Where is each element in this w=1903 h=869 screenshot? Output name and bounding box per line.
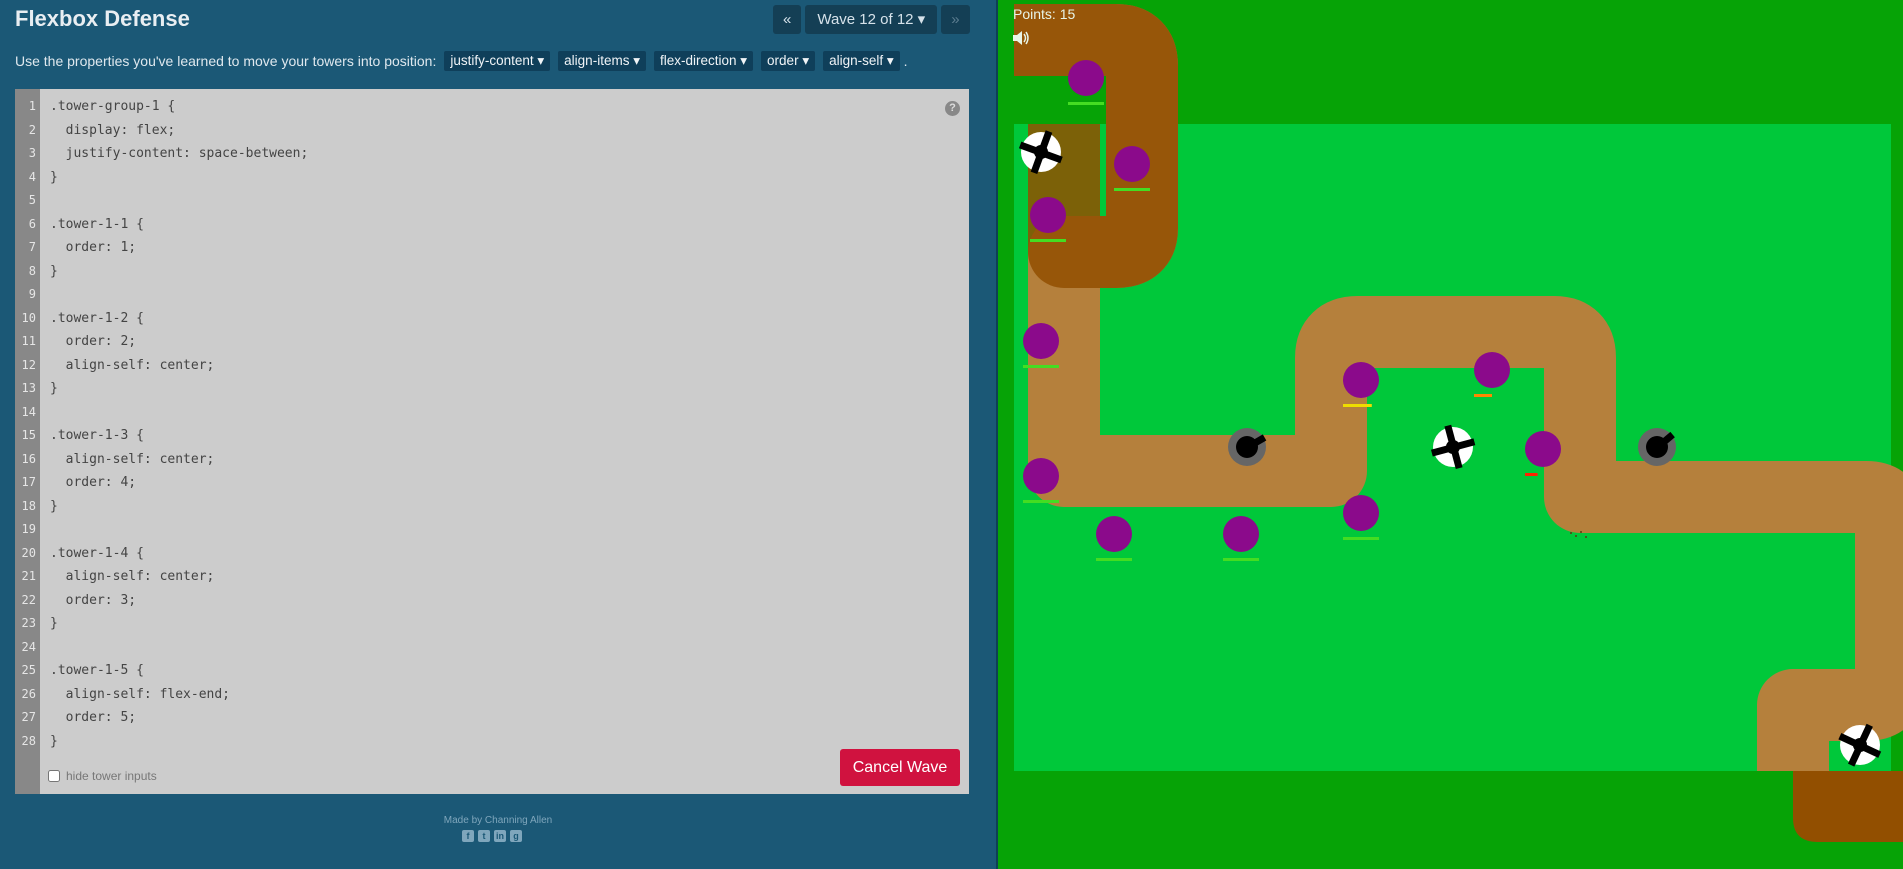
- line-number: 5: [28, 193, 36, 207]
- line-number: 7: [28, 240, 36, 254]
- code-line[interactable]: order: 5;: [50, 710, 136, 725]
- code-editor[interactable]: 1 2 3 4 5 6 7 8 9 10 11 12 13 14 15 16 17 18 19 20 21 22 23 24 2…: [15, 89, 969, 794]
- github-icon[interactable]: g: [510, 830, 522, 842]
- code-line[interactable]: }: [50, 734, 58, 749]
- line-number: 18: [21, 498, 36, 513]
- line-number: 6: [28, 216, 36, 231]
- property-align-self[interactable]: align-self ▾: [823, 51, 900, 71]
- page-title: Flexbox Defense: [15, 6, 190, 31]
- line-number: 10: [21, 310, 36, 325]
- property-justify-content[interactable]: justify-content ▾: [444, 51, 551, 71]
- wave-navigation: « Wave 12 of 12 ▾ »: [773, 5, 970, 34]
- code-line[interactable]: }: [50, 499, 58, 514]
- line-number: 28: [21, 733, 36, 748]
- line-number: 1: [28, 99, 36, 113]
- line-number: 8: [28, 263, 36, 278]
- next-wave-button[interactable]: »: [941, 5, 970, 34]
- code-line[interactable]: align-self: flex-end;: [50, 687, 230, 702]
- enemy-health-bar: [1030, 239, 1066, 242]
- line-number: 24: [21, 639, 36, 654]
- code-line[interactable]: }: [50, 381, 58, 396]
- code-line[interactable]: order: 4;: [50, 475, 136, 490]
- line-number-gutter: 1 2 3 4 5 6 7 8 9 10 11 12 13 14 15 16 17 18 19 20 21 22 23 24 2…: [15, 89, 40, 794]
- previous-wave-button[interactable]: «: [773, 5, 802, 34]
- line-number: 9: [28, 287, 36, 301]
- code-line[interactable]: .tower-1-4 {: [50, 546, 144, 561]
- linkedin-icon[interactable]: in: [494, 830, 506, 842]
- line-number: 20: [21, 545, 36, 560]
- property-align-items[interactable]: align-items ▾: [558, 51, 646, 71]
- help-icon[interactable]: ?: [945, 101, 960, 116]
- game-board[interactable]: Points: 15: [998, 0, 1903, 869]
- code-line[interactable]: align-self: center;: [50, 358, 215, 373]
- enemy-health-bar: [1343, 404, 1372, 407]
- code-line[interactable]: justify-content: space-between;: [50, 146, 309, 161]
- hide-tower-inputs-toggle[interactable]: hide tower inputs: [48, 769, 157, 783]
- enemy: [1068, 60, 1104, 105]
- instructions: Use the properties you've learned to mov…: [15, 51, 908, 71]
- code-line[interactable]: }: [50, 264, 58, 279]
- line-number: 4: [28, 169, 36, 184]
- line-number: 3: [28, 146, 36, 160]
- code-line[interactable]: align-self: center;: [50, 452, 215, 467]
- code-line[interactable]: .tower-1-5 {: [50, 663, 144, 678]
- enemy-health-bar: [1023, 365, 1059, 368]
- property-order[interactable]: order ▾: [761, 51, 816, 71]
- code-line[interactable]: }: [50, 616, 58, 631]
- line-number: 23: [21, 616, 36, 630]
- instructions-end: .: [903, 53, 908, 69]
- code-line[interactable]: }: [50, 170, 58, 185]
- sound-icon[interactable]: [1012, 30, 1030, 51]
- line-number: 13: [21, 381, 36, 395]
- social-links: f t in g: [462, 830, 522, 842]
- enemy-health-bar: [1223, 558, 1259, 561]
- code-line[interactable]: .tower-1-1 {: [50, 217, 144, 232]
- instructions-text: Use the properties you've learned to mov…: [15, 53, 437, 69]
- code-line[interactable]: order: 2;: [50, 334, 136, 349]
- line-number: 11: [21, 334, 36, 348]
- enemy-health-bar: [1474, 394, 1492, 397]
- line-number: 26: [21, 686, 36, 701]
- line-number: 25: [21, 663, 36, 677]
- enemy-health-bar: [1068, 102, 1104, 105]
- line-number: 21: [21, 569, 36, 583]
- code-line[interactable]: .tower-group-1 {: [50, 99, 175, 114]
- code-line[interactable]: align-self: center;: [50, 569, 215, 584]
- line-number: 15: [21, 428, 36, 442]
- line-number: 14: [21, 404, 36, 419]
- code-line[interactable]: display: flex;: [50, 123, 176, 138]
- hide-tower-inputs-label: hide tower inputs: [66, 769, 157, 783]
- cannon-tower[interactable]: [1638, 428, 1676, 466]
- enemy-health-bar: [1023, 500, 1059, 503]
- code-line[interactable]: order: 1;: [50, 240, 136, 255]
- twitter-icon[interactable]: t: [478, 830, 490, 842]
- cancel-wave-button[interactable]: Cancel Wave: [840, 749, 960, 786]
- credit-text: Made by Channing Allen: [443, 815, 553, 826]
- points-counter: Points: 15: [1013, 6, 1076, 22]
- code-line[interactable]: .tower-1-3 {: [50, 428, 144, 443]
- game-canvas[interactable]: [998, 0, 1903, 869]
- code-line[interactable]: order: 3;: [50, 593, 136, 608]
- line-number: 12: [21, 357, 36, 372]
- enemy-health-bar: [1114, 188, 1150, 191]
- line-number: 16: [21, 451, 36, 466]
- line-number: 27: [21, 710, 36, 724]
- control-panel: Flexbox Defense « Wave 12 of 12 ▾ » Use …: [0, 0, 996, 869]
- enemy-health-bar: [1096, 558, 1132, 561]
- line-number: 19: [21, 522, 36, 536]
- enemy-health-bar: [1525, 473, 1538, 476]
- line-number: 17: [21, 475, 36, 489]
- hide-tower-inputs-checkbox[interactable]: [48, 770, 60, 782]
- enemy-health-bar: [1343, 537, 1379, 540]
- property-flex-direction[interactable]: flex-direction ▾: [653, 51, 754, 71]
- code-line[interactable]: .tower-1-2 {: [50, 311, 144, 326]
- line-number: 22: [21, 592, 36, 607]
- line-number: 2: [28, 122, 36, 137]
- wave-selector[interactable]: Wave 12 of 12 ▾: [805, 5, 938, 34]
- facebook-icon[interactable]: f: [462, 830, 474, 842]
